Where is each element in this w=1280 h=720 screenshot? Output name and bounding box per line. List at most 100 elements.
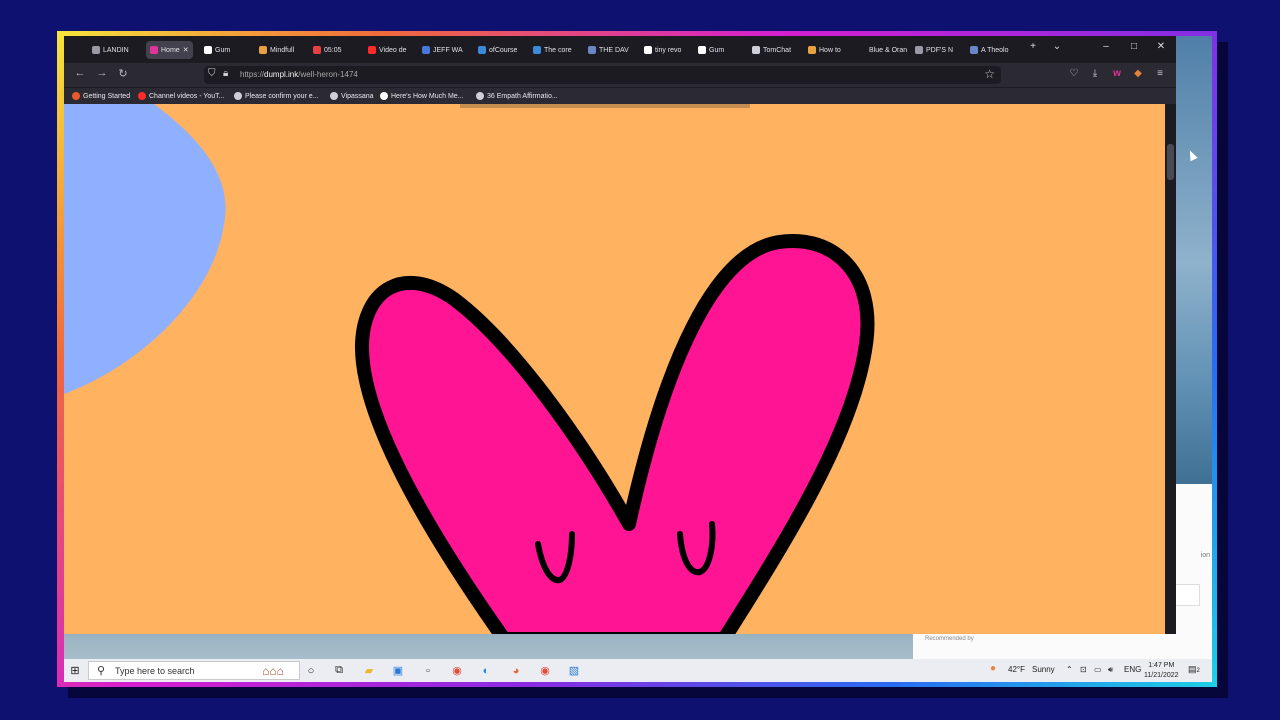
close-window-button[interactable]: ✕	[1154, 41, 1168, 52]
tab-label: LANDIN	[103, 46, 129, 54]
search-highlight-icon[interactable]: ⌂⌂⌂	[250, 663, 296, 678]
tray-chevron-icon[interactable]: ⌃	[1066, 665, 1073, 674]
lock-icon[interactable]: 🔒︎	[223, 68, 228, 79]
clock[interactable]: 1:47 PM 11/21/2022	[1144, 661, 1179, 681]
address-bar[interactable]: ⛉ 🔒︎ https://dumpl.ink/well-heron-1474 ☆	[204, 66, 1001, 84]
tab-5[interactable]: Video de	[368, 41, 407, 59]
tab-label: Mindfull	[270, 46, 295, 54]
tab-label: Gum	[215, 46, 231, 54]
tab-favicon-icon	[915, 46, 923, 54]
tab-label: Gum	[709, 46, 725, 54]
forward-button[interactable]: →	[94, 67, 110, 79]
panel-text-fragment: ion	[1200, 552, 1210, 559]
tab-8[interactable]: The core	[533, 41, 572, 59]
close-tab-icon[interactable]: ✕	[183, 46, 189, 54]
bookmark-item[interactable]: 36 Empath Affirmatio...	[476, 92, 558, 100]
extension-fox-icon[interactable]: ◆	[1131, 68, 1145, 79]
tab-label: TomChat	[763, 46, 792, 54]
tab-15[interactable]: PDF'S N	[915, 41, 953, 59]
bookmark-favicon-icon	[234, 92, 242, 100]
tab-13[interactable]: How to	[808, 41, 841, 59]
tab-label: The core	[544, 46, 572, 54]
weather-temp[interactable]: 42°F	[1008, 665, 1025, 674]
tab-1[interactable]: Home ✕	[146, 41, 193, 59]
task-view-icon[interactable]: ⧉	[332, 663, 346, 678]
windows-start-icon[interactable]: ⊞	[68, 663, 82, 678]
tray-camera-icon[interactable]: ▭	[1094, 665, 1102, 674]
tab-label: ofCourse	[489, 46, 518, 54]
tab-11[interactable]: Gum	[698, 41, 724, 59]
tab-6[interactable]: JEFF WA	[422, 41, 463, 59]
tab-0[interactable]: LANDIN	[92, 41, 129, 59]
tab-label: Home	[161, 46, 180, 54]
tab-10[interactable]: tiny revo	[644, 41, 681, 59]
tab-label: JEFF WA	[433, 46, 463, 54]
tab-label: THE DAV	[599, 46, 629, 54]
notifications-icon[interactable]: ▤2	[1188, 664, 1200, 675]
search-placeholder: Type here to search	[115, 666, 195, 676]
new-tab-button[interactable]: +	[1026, 41, 1040, 52]
clock-date: 11/21/2022	[1144, 672, 1179, 679]
bookmark-item[interactable]: Channel videos - YouT...	[138, 92, 225, 100]
language-indicator[interactable]: ENG	[1124, 665, 1141, 674]
bookmark-item[interactable]: Here's How Much Me...	[380, 92, 464, 100]
tab-12[interactable]: TomChat	[752, 41, 791, 59]
tab-bar: LANDIN Home ✕ Gum Mindfull 05:05 Video de JEFF …	[64, 36, 1176, 63]
tab-label: PDF'S N	[926, 46, 954, 54]
heart-illustration	[64, 104, 875, 634]
app-icon[interactable]: ▫	[421, 663, 435, 678]
tab-favicon-icon	[259, 46, 267, 54]
chrome-profile-icon[interactable]: ◉	[538, 663, 552, 678]
bookmark-item[interactable]: Please confirm your e...	[234, 92, 319, 100]
bookmark-star-icon[interactable]: ☆	[984, 67, 995, 81]
menu-icon[interactable]: ≡	[1153, 68, 1167, 79]
bookmark-favicon-icon	[380, 92, 388, 100]
tab-4[interactable]: 05:05	[313, 41, 342, 59]
reload-button[interactable]: ↻	[115, 67, 131, 80]
file-explorer-icon[interactable]: ▰	[362, 663, 376, 678]
tab-favicon-icon	[150, 46, 158, 54]
bookmark-label: Getting Started	[83, 92, 131, 100]
tab-16[interactable]: A Theolo	[970, 41, 1009, 59]
tab-favicon-icon	[752, 46, 760, 54]
pocket-icon[interactable]: ♡	[1067, 68, 1081, 79]
tab-2[interactable]: Gum	[204, 41, 230, 59]
store-icon[interactable]: ▣	[391, 663, 405, 678]
minimize-button[interactable]: –	[1099, 41, 1113, 52]
tab-9[interactable]: THE DAV	[588, 41, 629, 59]
bookmark-label: Here's How Much Me...	[391, 92, 464, 100]
tab-14[interactable]: Blue & Oran	[858, 41, 907, 59]
scrollbar-thumb[interactable]	[1167, 144, 1174, 180]
tab-favicon-icon	[422, 46, 430, 54]
clock-time: 1:47 PM	[1148, 662, 1175, 669]
notification-count: 2	[1196, 668, 1200, 674]
downloads-icon[interactable]: ⤓	[1088, 68, 1102, 79]
tab-7[interactable]: ofCourse	[478, 41, 517, 59]
tab-label: Blue & Oran	[869, 46, 908, 54]
weather-text[interactable]: Sunny	[1032, 665, 1055, 674]
chrome-icon[interactable]: ◉	[450, 663, 464, 678]
volume-icon[interactable]: 🔊︎	[1108, 665, 1113, 675]
screen: ion Recommended by LANDIN Home ✕ Gum Mindful…	[64, 36, 1212, 682]
photos-icon[interactable]: ▧	[567, 663, 581, 678]
extension-w-icon[interactable]: w	[1110, 68, 1124, 79]
firefox-icon[interactable]: ◕	[509, 663, 523, 678]
back-button[interactable]: ←	[72, 67, 88, 79]
bookmark-item[interactable]: Getting Started	[72, 92, 130, 100]
maximize-button[interactable]: □	[1127, 41, 1141, 52]
bookmarks-toolbar: Getting Started Channel videos - YouT... P…	[64, 87, 1176, 104]
weather-icon[interactable]: ●	[990, 663, 996, 674]
url-text[interactable]: https://dumpl.ink/well-heron-1474	[240, 70, 358, 79]
tab-label: Video de	[379, 46, 407, 54]
bookmark-item[interactable]: Vipassana	[330, 92, 374, 100]
cortana-icon[interactable]: ○	[304, 663, 318, 678]
tab-favicon-icon	[313, 46, 321, 54]
tab-3[interactable]: Mindfull	[259, 41, 294, 59]
edge-icon[interactable]: ◐	[479, 663, 493, 678]
tray-network-icon[interactable]: ⊡	[1080, 665, 1087, 674]
list-all-tabs-button[interactable]: ⌄	[1050, 41, 1064, 52]
bookmark-favicon-icon	[330, 92, 338, 100]
shield-icon[interactable]: ⛉	[208, 68, 216, 79]
scrollbar[interactable]	[1165, 104, 1176, 634]
page-content[interactable]	[64, 104, 1165, 634]
